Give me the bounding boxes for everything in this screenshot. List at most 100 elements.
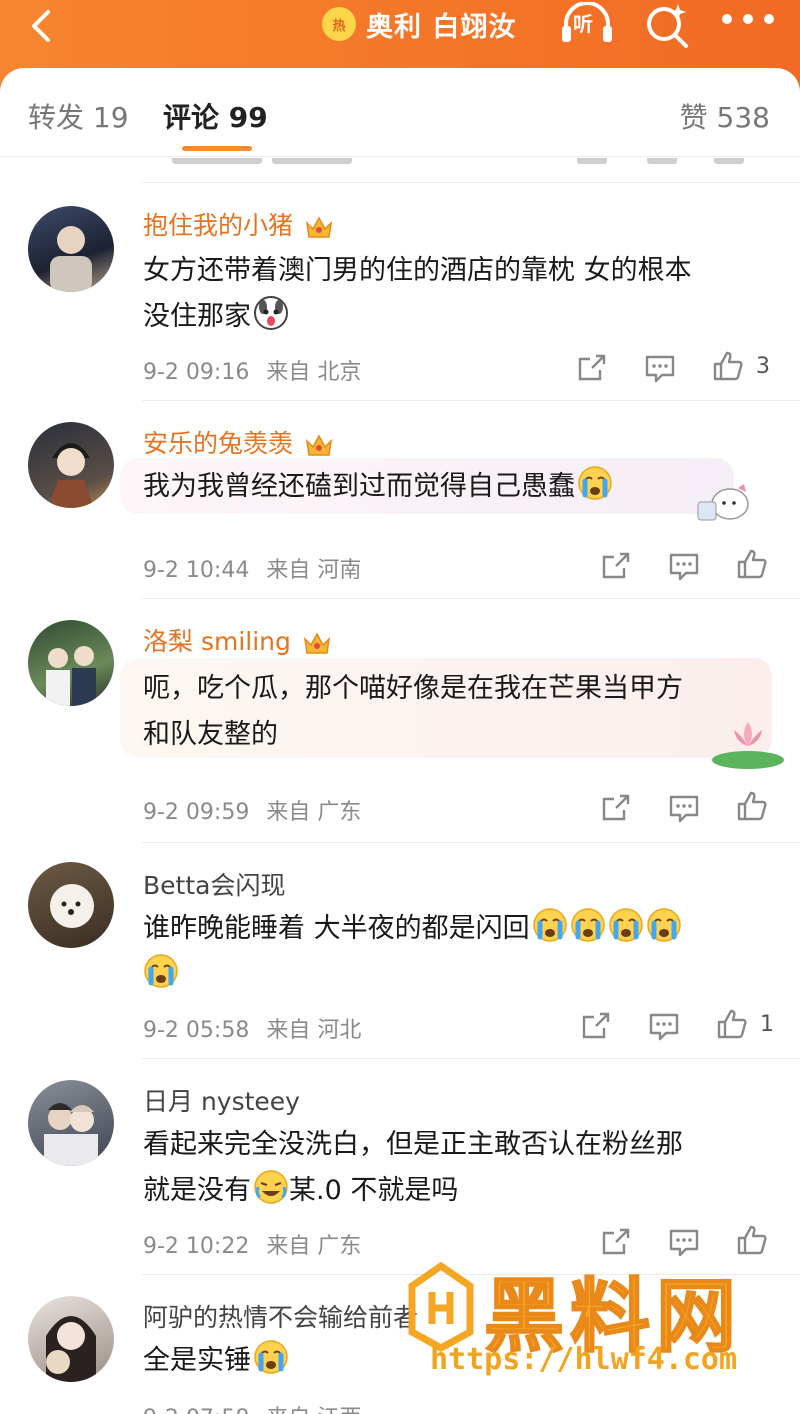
comment-line: 和队友整的 — [143, 719, 278, 750]
comment-line-text: 就是没有 — [143, 1175, 251, 1206]
crying-emoji-icon — [570, 908, 605, 942]
sticker-decoration — [697, 484, 749, 521]
comment-location: 来自 河南 — [266, 558, 362, 583]
like-count: 3 — [756, 354, 770, 379]
comment-time: 9-2 05:58 — [143, 1018, 250, 1043]
comment-username[interactable]: 洛梨 smiling — [143, 622, 331, 658]
comment-icon[interactable] — [668, 550, 700, 582]
avatar[interactable] — [28, 1296, 114, 1382]
crown-badge-icon — [303, 632, 330, 654]
header-title-group[interactable]: 热 奥利 白翊汝 — [322, 4, 516, 44]
like-icon[interactable] — [716, 1008, 748, 1040]
avatar[interactable] — [28, 206, 114, 292]
previous-comment-cutoff — [142, 158, 800, 182]
crown-badge-icon — [305, 434, 333, 456]
comment-location: 来自 广东 — [266, 800, 362, 825]
lotus-decoration — [712, 722, 784, 769]
avatar[interactable] — [28, 422, 114, 508]
comment-time: 9-2 09:59 — [143, 800, 250, 825]
comment-location: 来自 北京 — [266, 360, 362, 385]
comment-icon[interactable] — [648, 1010, 680, 1042]
tab-active-indicator — [182, 146, 252, 151]
comment-line-text: 没住那家 — [143, 301, 251, 332]
comment-line: 就是没有 某.0 不就是吗 — [143, 1168, 763, 1214]
comment-meta: 9-2 09:59 来自 广东 — [143, 794, 361, 826]
comment-divider — [142, 598, 800, 599]
comment-username[interactable]: 阿驴的热情不会输给前者 — [143, 1298, 418, 1334]
tab-bar: 转发 19 评论 99 赞 538 — [0, 68, 800, 158]
laughing-crying-emoji-icon — [254, 1170, 288, 1204]
comment-meta: 9-2 05:58 来自 河北 — [143, 1012, 361, 1044]
repost-icon[interactable] — [600, 792, 632, 824]
crying-emoji-icon — [532, 908, 567, 942]
comment-location: 来自 江西 — [266, 1406, 361, 1414]
comment-text: 女方还带着澳门男的住的酒店的靠枕 女的根本 没住那家 — [143, 248, 763, 340]
comment-line: 谁昨晚能睡着 大半夜的都是闪回 — [143, 906, 763, 952]
comment-text: 我为我曾经还磕到过而觉得自己愚蠢 — [143, 464, 763, 510]
tab-likes[interactable]: 赞 538 — [680, 96, 770, 136]
crying-emoji-icon — [144, 954, 178, 988]
comment-line: 没住那家 — [143, 294, 763, 340]
username-text[interactable]: 阿驴的热情不会输给前者 — [143, 1303, 418, 1332]
comment-text: 谁昨晚能睡着 大半夜的都是闪回 — [143, 906, 763, 998]
avatar[interactable] — [28, 862, 114, 948]
comment-icon[interactable] — [668, 792, 700, 824]
comment-time: 9-2 09:16 — [143, 360, 250, 385]
repost-icon[interactable] — [600, 550, 632, 582]
comment-divider — [142, 182, 800, 183]
comment-line-text: 我为我曾经还磕到过而觉得自己愚蠢 — [143, 471, 575, 502]
comment-meta: 9-2 09:16 来自 北京 — [143, 354, 361, 386]
like-icon[interactable] — [736, 790, 768, 822]
crying-emoji-icon — [646, 908, 681, 942]
comment-line: 看起来完全没洗白，但是正主敢否认在粉丝那 — [143, 1129, 683, 1160]
dog-emoji-icon — [254, 296, 288, 330]
username-text[interactable]: Betta会闪现 — [143, 871, 285, 900]
comment-line: 女方还带着澳门男的住的酒店的靠枕 女的根本 — [143, 255, 692, 286]
tab-divider — [0, 156, 800, 157]
avatar[interactable] — [28, 1080, 114, 1166]
comment-meta: 9-2 07:58 来自 江西 — [143, 1400, 361, 1414]
comment-location: 来自 广东 — [266, 1234, 362, 1259]
comment-divider — [142, 842, 800, 843]
username-text[interactable]: 抱住我的小猪 — [143, 211, 293, 240]
comment-username[interactable]: 安乐的兔羡羡 — [143, 424, 333, 460]
comment-username[interactable]: 抱住我的小猪 — [143, 206, 333, 242]
watermark-url: https://hlwf4.com — [430, 1342, 738, 1377]
comment-location: 来自 河北 — [266, 1018, 362, 1043]
comment-icon[interactable] — [644, 352, 676, 384]
crying-emoji-icon — [608, 908, 643, 942]
repost-icon[interactable] — [580, 1010, 612, 1042]
comment-divider — [142, 1058, 800, 1059]
comment-meta: 9-2 10:44 来自 河南 — [143, 552, 361, 584]
crown-badge-icon — [305, 216, 333, 238]
page-title: 奥利 白翊汝 — [366, 11, 517, 43]
back-arrow-icon[interactable] — [22, 6, 62, 46]
comment-text: 呃，吃个瓜，那个喵好像是在我在芒果当甲方 和队友整的 — [143, 666, 763, 758]
comment-time: 9-2 07:58 — [143, 1406, 249, 1414]
comment-line — [143, 952, 763, 998]
crying-emoji-icon — [578, 466, 612, 500]
comment-divider — [142, 400, 800, 401]
repost-icon[interactable] — [576, 352, 608, 384]
comment-text: 看起来完全没洗白，但是正主敢否认在粉丝那 就是没有 某.0 不就是吗 — [143, 1122, 763, 1214]
username-text[interactable]: 安乐的兔羡羡 — [143, 429, 293, 458]
username-text[interactable]: 日月 nysteey — [143, 1087, 300, 1116]
like-icon[interactable] — [712, 350, 744, 382]
avatar[interactable] — [28, 620, 114, 706]
comment-line-text: 全是实锤 — [143, 1345, 251, 1376]
tab-reposts[interactable]: 转发 19 — [28, 96, 129, 136]
listen-label: 听 — [573, 12, 593, 36]
more-icon[interactable] — [722, 14, 774, 28]
like-icon[interactable] — [736, 548, 768, 580]
comment-line: 呃，吃个瓜，那个喵好像是在我在芒果当甲方 — [143, 673, 683, 704]
comment-line-text: 某.0 不就是吗 — [289, 1175, 459, 1206]
search-sparkle-icon[interactable] — [644, 2, 690, 48]
watermark-logo-icon — [408, 1262, 474, 1352]
comment-username[interactable]: Betta会闪现 — [143, 866, 285, 902]
comment-username[interactable]: 日月 nysteey — [143, 1082, 300, 1118]
comment-time: 9-2 10:22 — [143, 1234, 250, 1259]
tab-comments[interactable]: 评论 99 — [163, 96, 268, 136]
comment-line: 我为我曾经还磕到过而觉得自己愚蠢 — [143, 464, 763, 510]
username-text[interactable]: 洛梨 smiling — [143, 627, 291, 656]
crying-emoji-icon — [254, 1340, 288, 1374]
